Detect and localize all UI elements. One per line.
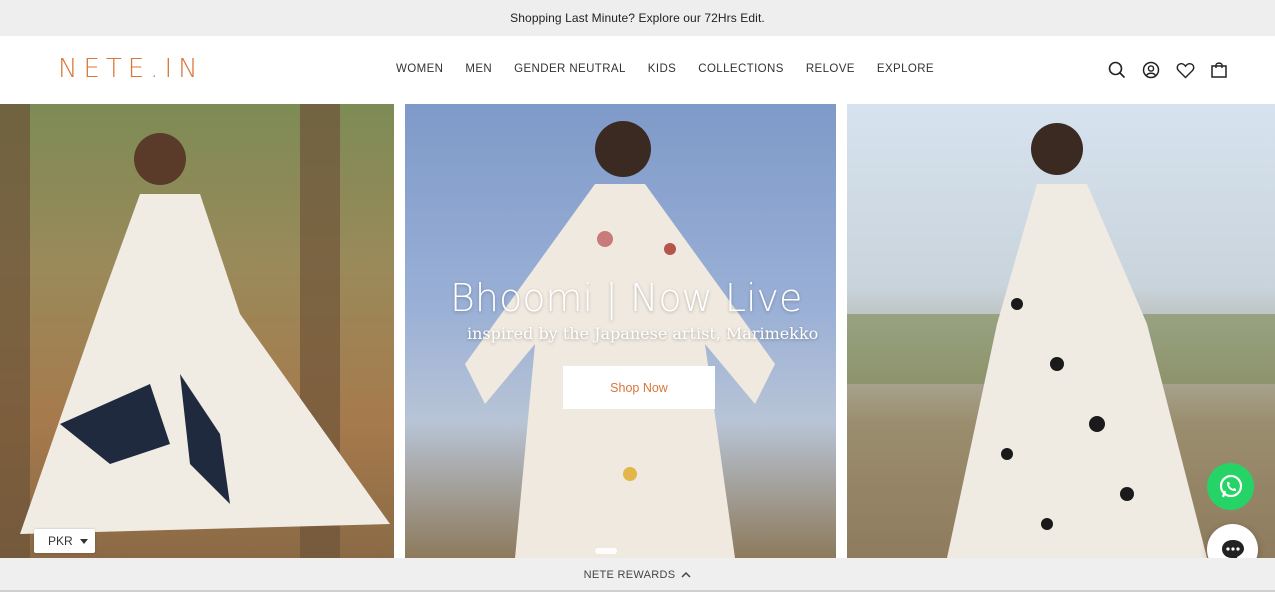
chevron-up-icon <box>681 571 691 578</box>
nav-item-relove[interactable]: RELOVE <box>806 63 855 75</box>
carousel-indicator[interactable] <box>595 548 617 554</box>
shopping-bag-icon[interactable] <box>1209 60 1229 80</box>
currency-selector[interactable]: PKR <box>34 529 95 553</box>
whatsapp-button[interactable] <box>1207 463 1254 510</box>
rewards-bar[interactable]: NETE REWARDS <box>0 558 1275 592</box>
nav-item-explore[interactable]: EXPLORE <box>877 63 934 75</box>
nav-item-women[interactable]: WOMEN <box>396 63 443 75</box>
site-logo[interactable]: NETE.IN <box>58 54 204 84</box>
site-header: NETE.IN WOMEN MEN GENDER NEUTRAL KIDS CO… <box>0 36 1275 104</box>
rewards-label: NETE REWARDS <box>583 569 676 581</box>
hero-subtitle: inspired by the Japanese artist, Marimek… <box>467 324 819 343</box>
nav-item-men[interactable]: MEN <box>465 63 492 75</box>
main-nav: WOMEN MEN GENDER NEUTRAL KIDS COLLECTION… <box>396 63 956 75</box>
account-icon[interactable] <box>1141 60 1161 80</box>
nav-item-gender-neutral[interactable]: GENDER NEUTRAL <box>514 63 626 75</box>
hero-title: Bhoomi | Now Live <box>450 276 803 320</box>
currency-value: PKR <box>48 534 73 548</box>
header-icons <box>1107 60 1229 80</box>
nav-item-kids[interactable]: KIDS <box>648 63 676 75</box>
wishlist-heart-icon[interactable] <box>1175 60 1195 80</box>
nav-item-collections[interactable]: COLLECTIONS <box>698 63 784 75</box>
shop-now-button[interactable]: Shop Now <box>563 366 715 409</box>
hero-image-left[interactable] <box>0 104 394 558</box>
whatsapp-icon <box>1219 474 1242 497</box>
search-icon[interactable] <box>1107 60 1127 80</box>
announcement-text[interactable]: Shopping Last Minute? Explore our 72Hrs … <box>510 11 765 25</box>
announcement-bar[interactable]: Shopping Last Minute? Explore our 72Hrs … <box>0 0 1275 36</box>
hero-banner[interactable]: Bhoomi | Now Live inspired by the Japane… <box>0 104 1275 558</box>
caret-down-icon <box>80 539 88 544</box>
